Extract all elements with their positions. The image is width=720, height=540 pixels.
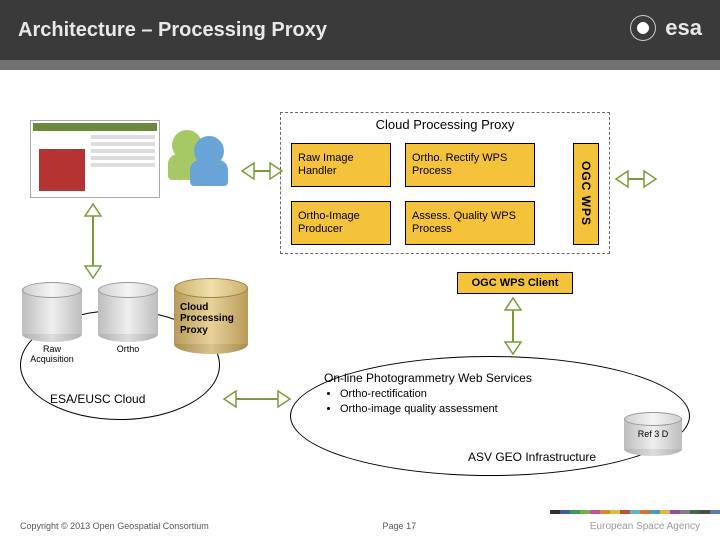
agency-text: European Space Agency bbox=[590, 521, 700, 532]
esa-eusc-cloud-label: ESA/EUSC Cloud bbox=[50, 392, 145, 406]
arrow-thumb-to-cloud bbox=[82, 202, 104, 280]
esa-burst-icon bbox=[625, 10, 661, 46]
cpp-title: Cloud Processing Proxy bbox=[281, 117, 609, 132]
ortho-cylinder: Ortho bbox=[98, 282, 158, 342]
asv-services-text: On-line Photogrammetry Web Services Orth… bbox=[324, 370, 664, 418]
orthorectify-wps-box: Ortho. Rectify WPS Process bbox=[405, 143, 535, 187]
esa-logo-text: esa bbox=[665, 15, 702, 41]
ogc-wps-box: OGC WPS bbox=[573, 143, 599, 245]
arrow-ogcclient-up bbox=[502, 296, 524, 356]
copyright-text: Copyright © 2013 Open Geospatial Consort… bbox=[20, 521, 209, 531]
page-title: Architecture – Processing Proxy bbox=[18, 19, 327, 42]
header-band bbox=[0, 60, 720, 70]
arrow-people-to-cpp bbox=[240, 160, 284, 182]
asv-geo-label: ASV GEO Infrastructure bbox=[468, 450, 596, 464]
ortho-image-producer-box: Ortho-Image Producer bbox=[291, 201, 391, 245]
page-number: Page 17 bbox=[383, 521, 417, 531]
raw-image-handler-box: Raw Image Handler bbox=[291, 143, 391, 187]
ref3d-cylinder: Ref 3 D bbox=[624, 412, 682, 456]
ogc-wps-client-box: OGC WPS Client bbox=[457, 272, 573, 294]
assess-quality-wps-box: Assess. Quality WPS Process bbox=[405, 201, 535, 245]
title-bar: Architecture – Processing Proxy esa bbox=[0, 0, 720, 60]
cloud-processing-proxy-box: Cloud Processing Proxy Raw Image Handler… bbox=[280, 112, 610, 254]
people-icon bbox=[168, 128, 238, 190]
cloud-processing-proxy-cylinder: Cloud Processing Proxy bbox=[174, 278, 248, 354]
arrow-cpp-to-right bbox=[614, 168, 658, 190]
footer: Copyright © 2013 Open Geospatial Consort… bbox=[0, 512, 720, 540]
esa-logo: esa bbox=[625, 10, 702, 46]
diagram-canvas: Cloud Processing Proxy Raw Image Handler… bbox=[0, 70, 720, 500]
ui-thumbnail bbox=[30, 120, 160, 198]
arrow-cloud-to-asv bbox=[222, 388, 292, 410]
raw-acquisition-cylinder: Raw Acquisition bbox=[22, 282, 82, 342]
